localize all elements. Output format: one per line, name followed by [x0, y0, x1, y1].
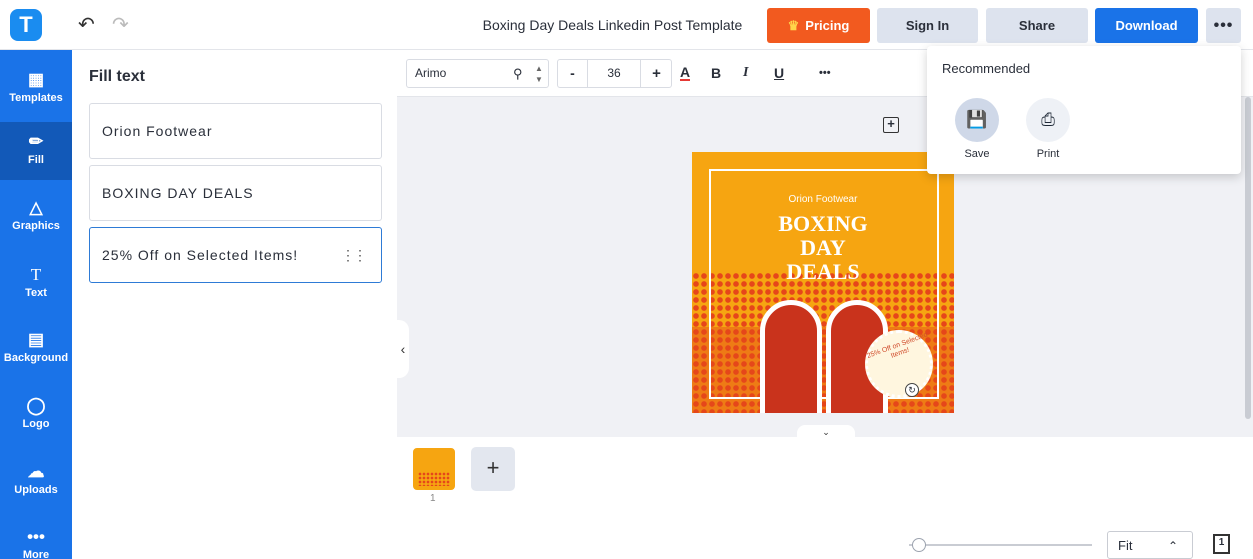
design-artboard[interactable]: Orion Footwear BOXING DAY DEALS 25% Off …	[692, 152, 954, 413]
more-options-button[interactable]: •••	[1206, 8, 1241, 43]
italic-button[interactable]: I	[743, 65, 748, 81]
zoom-value: Fit	[1118, 538, 1133, 553]
page-thumbnail[interactable]	[413, 448, 455, 490]
headline-line-2: DAY	[800, 235, 846, 260]
font-size-stepper: - 36 +	[557, 59, 672, 88]
decrease-size-button[interactable]: -	[558, 60, 588, 87]
fill-field-offer[interactable]: 25% Off on Selected Items! ⋮⋮	[89, 227, 382, 283]
document-title: Boxing Day Deals Linkedin Post Template	[482, 17, 743, 33]
zoom-select[interactable]: Fit ⌃	[1107, 531, 1193, 559]
nav-label: Graphics	[12, 220, 60, 232]
download-button[interactable]: Download	[1095, 8, 1198, 43]
save-label: Save	[964, 148, 990, 160]
panel-title: Fill text	[89, 68, 146, 85]
fill-field-brand[interactable]: Orion Footwear	[89, 103, 382, 159]
chevron-down-icon[interactable]: ⌄	[797, 425, 855, 439]
design-brand-text[interactable]: Orion Footwear	[692, 194, 954, 205]
crown-icon: ♛	[787, 18, 800, 33]
shapes-icon: △	[29, 198, 43, 217]
dropdown-title: Recommended	[942, 61, 1031, 76]
nav-graphics[interactable]: △ Graphics	[0, 188, 72, 246]
pricing-label: Pricing	[805, 18, 850, 33]
pricing-button[interactable]: ♛ Pricing	[767, 8, 870, 43]
bold-button[interactable]: B	[711, 65, 721, 81]
zoom-slider[interactable]	[909, 544, 1092, 546]
fill-field-headline[interactable]: BOXING DAY DEALS	[89, 165, 382, 221]
font-family-select[interactable]: Arimo ⚲ ▲ ▼	[406, 59, 549, 88]
page-number: 1	[430, 493, 436, 504]
nav-text[interactable]: T Text	[0, 255, 72, 313]
left-nav: ▦ Templates ✏ Fill △ Graphics T Text ▤ Backgr…	[0, 50, 72, 559]
nav-uploads[interactable]: ☁ Uploads	[0, 452, 72, 510]
fill-field-text: 25% Off on Selected Items!	[102, 247, 299, 263]
toolbar-more-button[interactable]: •••	[819, 67, 831, 79]
nav-label: Templates	[9, 92, 63, 104]
spinner-icon[interactable]: ▲ ▼	[535, 60, 543, 85]
save-icon: 💾	[955, 98, 999, 142]
templates-icon: ▦	[27, 70, 45, 89]
print-icon: ⎙	[1026, 98, 1070, 142]
drag-handle-icon[interactable]: ⋮⋮	[341, 228, 367, 282]
save-option[interactable]: 💾 Save	[947, 98, 1007, 160]
rotate-handle-icon[interactable]: ↻	[905, 383, 919, 397]
add-element-icon[interactable]: +	[883, 117, 899, 133]
pencil-icon: ✏	[28, 132, 44, 151]
print-option[interactable]: ⎙ Print	[1018, 98, 1078, 160]
background-icon: ▤	[27, 330, 45, 349]
share-button[interactable]: Share	[986, 8, 1088, 43]
nav-templates[interactable]: ▦ Templates	[0, 60, 72, 118]
zoom-slider-knob[interactable]	[912, 538, 926, 552]
more-options-dropdown: Recommended 💾 Save ⎙ Print	[927, 46, 1241, 174]
increase-size-button[interactable]: +	[640, 60, 672, 87]
nav-label: Fill	[28, 154, 44, 166]
design-headline[interactable]: BOXING DAY DEALS	[692, 212, 954, 284]
font-size-input[interactable]: 36	[588, 60, 640, 87]
search-icon: ⚲	[513, 66, 523, 81]
more-icon: •••	[27, 527, 45, 546]
sign-in-button[interactable]: Sign In	[877, 8, 978, 43]
fill-panel: Fill text Orion Footwear BOXING DAY DEAL…	[72, 50, 397, 559]
redo-icon[interactable]: ↷	[112, 12, 129, 37]
headline-line-3: DEALS	[786, 259, 860, 284]
collapse-panel-button[interactable]: ‹	[397, 320, 409, 378]
text-icon: T	[30, 265, 42, 284]
nav-label: Text	[25, 287, 47, 299]
cloud-upload-icon: ☁	[27, 462, 45, 481]
nav-fill[interactable]: ✏ Fill	[0, 122, 72, 180]
headline-line-1: BOXING	[778, 211, 868, 236]
shoe-graphic-left	[760, 300, 822, 413]
app-logo[interactable]: T	[10, 9, 42, 41]
add-page-button[interactable]: +	[471, 447, 515, 491]
font-family-value: Arimo	[415, 66, 447, 80]
top-bar: T ↶ ↷ Boxing Day Deals Linkedin Post Tem…	[0, 0, 1253, 50]
undo-icon[interactable]: ↶	[78, 12, 95, 37]
nav-label: More	[22, 549, 50, 559]
nav-label: Uploads	[14, 484, 58, 496]
nav-more[interactable]: ••• More	[0, 517, 72, 559]
nav-label: Logo	[22, 418, 50, 430]
nav-logo[interactable]: ◯ Logo	[0, 386, 72, 444]
nav-label: Background	[3, 352, 69, 364]
chevron-up-icon: ⌃	[1167, 539, 1178, 553]
nav-background[interactable]: ▤ Background	[0, 320, 72, 378]
thumbnail-pattern	[418, 472, 450, 486]
underline-button[interactable]: U	[774, 65, 784, 81]
print-label: Print	[1036, 148, 1060, 160]
canvas-scrollbar[interactable]	[1245, 97, 1251, 419]
text-color-button[interactable]: A	[680, 65, 691, 81]
logo-icon: ◯	[26, 396, 46, 415]
page-count-icon[interactable]: 1	[1213, 534, 1230, 554]
